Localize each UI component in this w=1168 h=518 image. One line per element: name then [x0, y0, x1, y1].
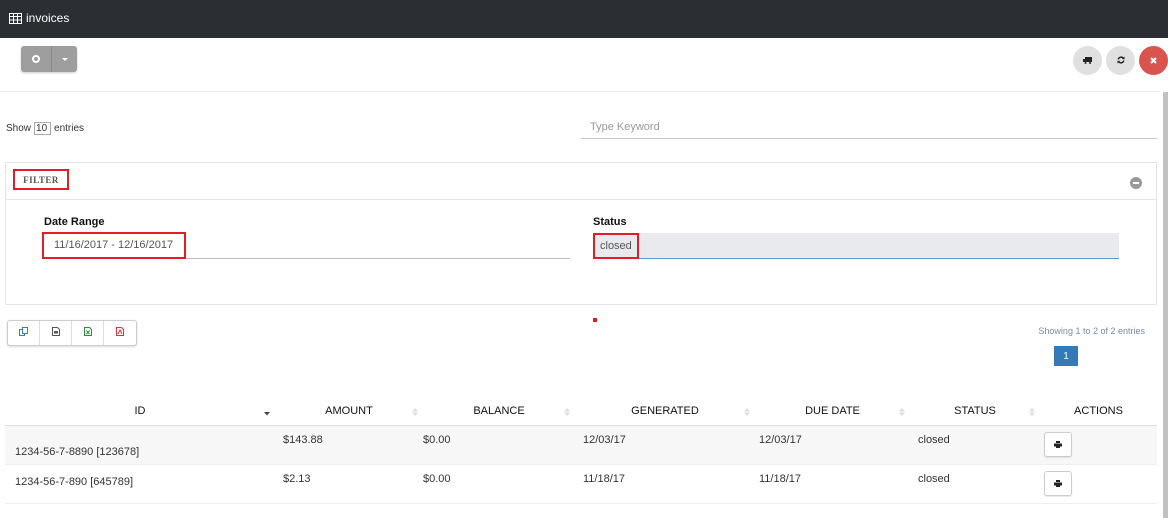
- table-info: Showing 1 to 2 of 2 entries: [1038, 326, 1145, 336]
- show-label: Show: [6, 123, 32, 134]
- status-label: Status: [593, 216, 627, 228]
- column-header-balance[interactable]: BALANCE: [423, 398, 575, 426]
- action-split-button: [21, 46, 77, 72]
- sort-both-icon: [744, 408, 750, 416]
- column-label: STATUS: [954, 405, 996, 418]
- refresh-button[interactable]: [1106, 46, 1135, 75]
- marker-dot: [593, 318, 597, 322]
- column-header-generated[interactable]: GENERATED: [575, 398, 755, 426]
- header-divider: [0, 91, 1160, 92]
- column-header-due-date[interactable]: DUE DATE: [755, 398, 910, 426]
- cell-id: 1234-56-7-8890 [123678]: [5, 425, 275, 465]
- cell-status: closed: [910, 425, 1040, 465]
- action-dropdown-toggle[interactable]: [52, 46, 77, 72]
- vertical-scrollbar[interactable]: [1163, 92, 1168, 518]
- pdf-button[interactable]: [104, 321, 136, 345]
- export-button-group: [7, 320, 137, 346]
- column-header-status[interactable]: STATUS: [910, 398, 1040, 426]
- invoices-table: ID AMOUNT BALANCE GENERATED DUE DATE STA…: [5, 398, 1157, 504]
- column-header-amount[interactable]: AMOUNT: [275, 398, 423, 426]
- circle-icon: [32, 55, 40, 63]
- close-button[interactable]: [1139, 46, 1168, 75]
- sort-desc-icon: [264, 412, 270, 416]
- column-label: DUE DATE: [805, 405, 860, 418]
- status-tag[interactable]: closed: [593, 233, 639, 259]
- truck-icon: [1083, 55, 1092, 67]
- cell-actions: [1040, 464, 1157, 504]
- refresh-icon: [1117, 55, 1125, 67]
- cell-due-date: 12/03/17: [755, 425, 910, 465]
- filter-header: FILTER: [6, 163, 1156, 200]
- cell-id: 1234-56-7-890 [645789]: [5, 464, 275, 504]
- cell-generated: 12/03/17: [575, 425, 755, 465]
- excel-file-icon: [83, 327, 92, 339]
- print-icon: [1054, 479, 1062, 487]
- table-row: 1234-56-7-8890 [123678] $143.88 $0.00 12…: [5, 425, 1157, 465]
- column-label: ACTIONS: [1074, 405, 1123, 418]
- page-button-1[interactable]: 1: [1054, 346, 1078, 366]
- cell-actions: [1040, 425, 1157, 465]
- print-button[interactable]: [1044, 470, 1072, 496]
- minus-circle-icon[interactable]: [1130, 177, 1142, 189]
- cell-generated: 11/18/17: [575, 464, 755, 504]
- table-row: 1234-56-7-890 [645789] $2.13 $0.00 11/18…: [5, 464, 1157, 504]
- column-label: GENERATED: [631, 405, 699, 418]
- sort-both-icon: [564, 408, 570, 416]
- top-bar: invoices: [0, 0, 1168, 38]
- sort-both-icon: [1029, 408, 1035, 416]
- date-range-label: Date Range: [44, 216, 105, 228]
- title-text: invoices: [26, 11, 70, 25]
- caret-down-icon: [61, 57, 68, 61]
- copy-icon: [19, 327, 28, 339]
- action-button[interactable]: [21, 46, 52, 72]
- keyword-search-input[interactable]: [581, 117, 1157, 137]
- column-label: AMOUNT: [325, 405, 373, 418]
- close-icon: [1150, 55, 1157, 67]
- excel-button[interactable]: [72, 321, 104, 345]
- cell-balance: $0.00: [423, 425, 575, 465]
- page-length-select[interactable]: 10: [34, 122, 52, 135]
- window-title: invoices: [9, 11, 69, 25]
- sort-both-icon: [412, 408, 418, 416]
- cell-amount: $2.13: [275, 464, 423, 504]
- column-label: BALANCE: [473, 405, 525, 418]
- page-length-control: Show 10 entries: [6, 122, 84, 135]
- date-range-field[interactable]: 11/16/2017 - 12/16/2017: [42, 232, 570, 259]
- column-header-actions: ACTIONS: [1040, 398, 1157, 426]
- copy-button[interactable]: [8, 321, 40, 345]
- csv-button[interactable]: [40, 321, 72, 345]
- sort-both-icon: [899, 408, 905, 416]
- table-header-row: ID AMOUNT BALANCE GENERATED DUE DATE STA…: [5, 398, 1157, 426]
- cell-balance: $0.00: [423, 464, 575, 504]
- cell-amount: $143.88: [275, 425, 423, 465]
- print-button[interactable]: [1044, 431, 1072, 457]
- filter-title[interactable]: FILTER: [13, 169, 69, 190]
- keyword-search: [581, 117, 1157, 139]
- entries-label: entries: [54, 123, 85, 134]
- truck-button[interactable]: [1073, 46, 1102, 75]
- csv-file-icon: [51, 327, 60, 339]
- date-range-value[interactable]: 11/16/2017 - 12/16/2017: [42, 232, 186, 259]
- column-label: ID: [134, 405, 146, 418]
- cell-due-date: 11/18/17: [755, 464, 910, 504]
- status-select[interactable]: closed: [593, 233, 1119, 259]
- print-icon: [1054, 440, 1062, 448]
- column-header-id[interactable]: ID: [5, 398, 275, 426]
- filter-panel: FILTER Date Range 11/16/2017 - 12/16/201…: [5, 162, 1157, 305]
- cell-status: closed: [910, 464, 1040, 504]
- pdf-file-icon: [116, 327, 124, 339]
- table-icon: [9, 12, 22, 24]
